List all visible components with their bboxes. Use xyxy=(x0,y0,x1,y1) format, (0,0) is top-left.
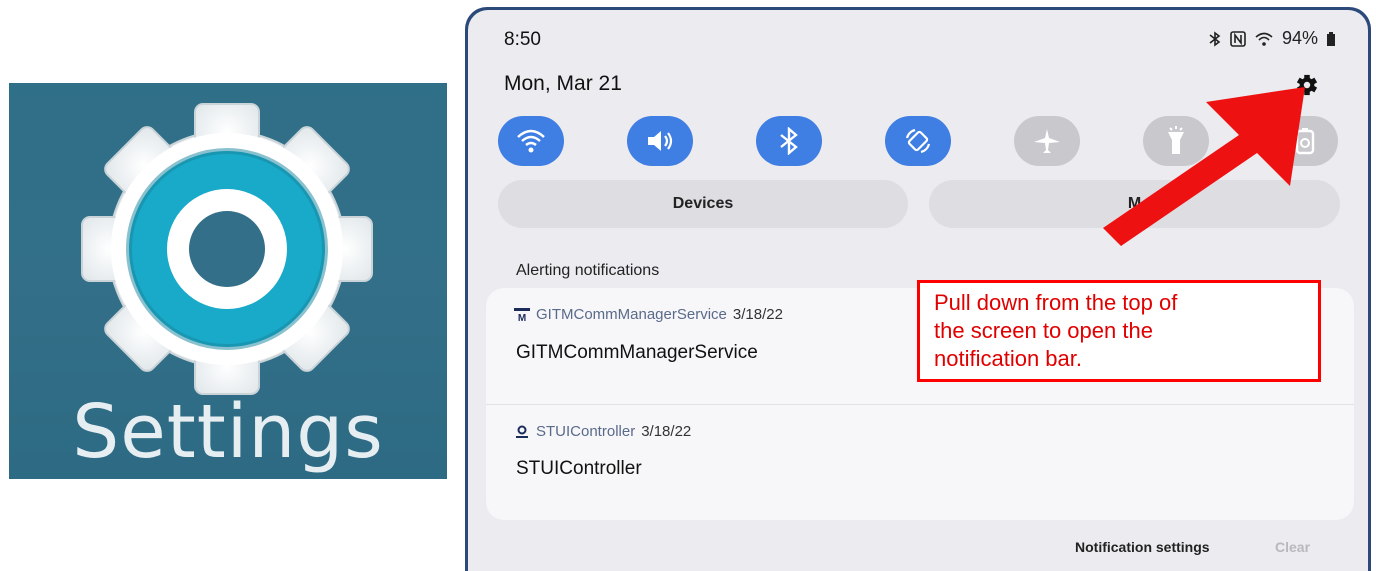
status-icons: 94% xyxy=(1208,28,1336,49)
annotation-line: the screen to open the xyxy=(934,318,1153,343)
notification-settings-button[interactable]: Notification settings xyxy=(1075,539,1210,555)
gear-icon[interactable] xyxy=(1296,74,1318,96)
stui-app-icon xyxy=(514,425,530,439)
annotation-line: notification bar. xyxy=(934,346,1082,371)
flashlight-icon xyxy=(1168,126,1184,154)
sound-toggle[interactable] xyxy=(627,116,693,166)
notification-title[interactable]: GITMCommManagerService xyxy=(516,342,758,364)
airplane-mode-toggle[interactable] xyxy=(1014,116,1080,166)
power-saving-icon xyxy=(1295,128,1315,155)
wifi-toggle[interactable] xyxy=(498,116,564,166)
alerting-notifications-label: Alerting notifications xyxy=(516,262,660,279)
annotation-line: Pull down from the top of xyxy=(934,290,1178,315)
battery-percent: 94% xyxy=(1281,28,1318,48)
date-label: Mon, Mar 21 xyxy=(504,72,622,95)
notification-divider xyxy=(486,404,1354,405)
app-label: Settings xyxy=(72,389,384,475)
notification-title[interactable]: STUIController xyxy=(516,458,642,480)
bluetooth-toggle[interactable] xyxy=(756,116,822,166)
flashlight-toggle[interactable] xyxy=(1143,116,1209,166)
settings-app-icon[interactable]: Settings xyxy=(9,83,447,479)
notification-app-name: GITMCommManagerService xyxy=(536,306,727,323)
notification-date: 3/18/22 xyxy=(641,423,692,440)
airplane-icon xyxy=(1034,129,1060,153)
bluetooth-icon xyxy=(1209,30,1221,47)
battery-icon xyxy=(1327,31,1335,46)
wifi-icon xyxy=(1255,32,1273,46)
notification-header: M GITMCommManagerService 3/18/22 xyxy=(514,306,783,323)
status-time: 8:50 xyxy=(504,29,541,50)
auto-rotate-icon xyxy=(905,128,931,154)
notification-header: STUIController 3/18/22 xyxy=(514,423,691,440)
media-button[interactable]: M xyxy=(929,180,1340,228)
notification-date: 3/18/22 xyxy=(732,306,783,323)
svg-text:M: M xyxy=(518,313,526,322)
speaker-icon xyxy=(648,131,673,151)
annotation-callout: Pull down from the top of the screen to … xyxy=(917,280,1321,382)
clear-button[interactable]: Clear xyxy=(1275,539,1310,555)
auto-rotate-toggle[interactable] xyxy=(885,116,951,166)
gitm-app-icon: M xyxy=(514,307,530,322)
wifi-icon xyxy=(517,129,545,153)
devices-button[interactable]: Devices xyxy=(498,180,908,228)
nfc-icon xyxy=(1230,30,1246,47)
power-saving-toggle[interactable] xyxy=(1272,116,1338,166)
notification-app-name: STUIController xyxy=(536,423,636,440)
bluetooth-icon xyxy=(780,127,798,155)
